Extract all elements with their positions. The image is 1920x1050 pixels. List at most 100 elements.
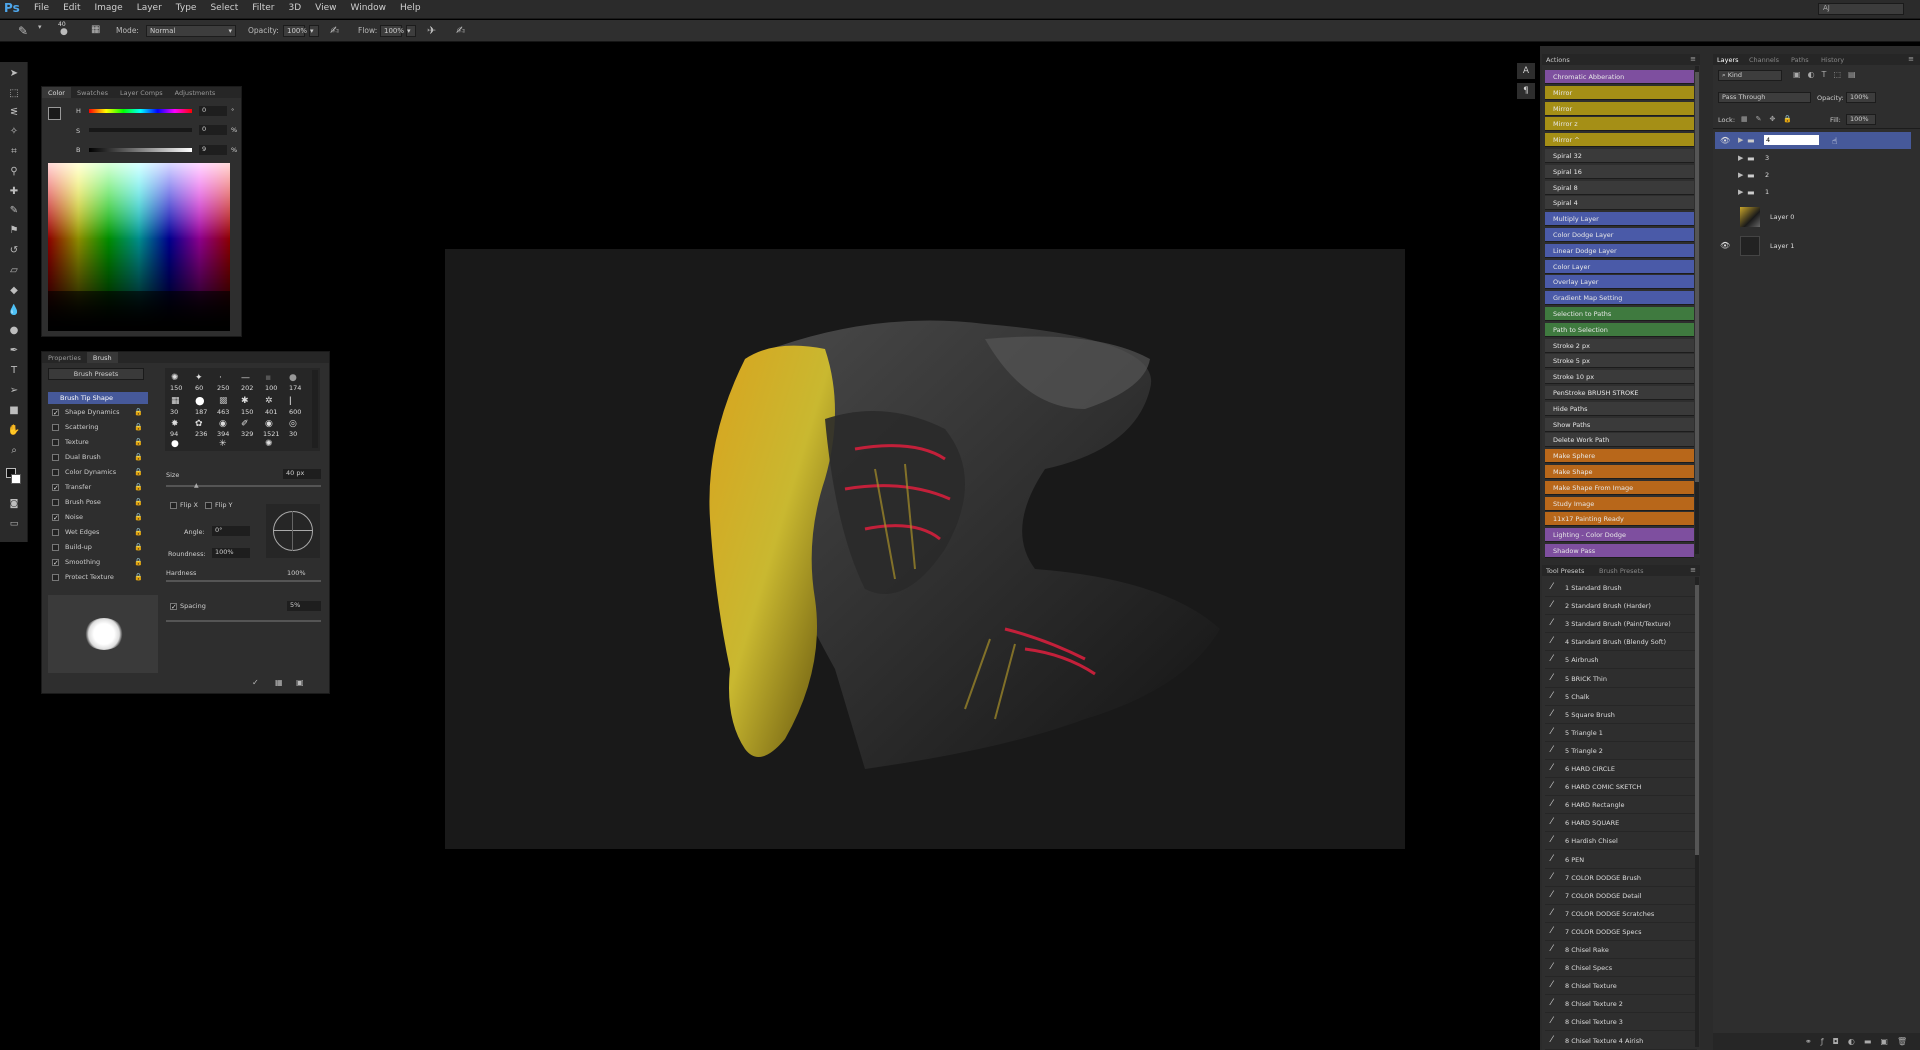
tool-preset-item[interactable]: ⁄ 4 Standard Brush (Blendy Soft)	[1545, 633, 1697, 652]
checkbox-dual-brush[interactable]	[52, 454, 59, 461]
lasso-tool-icon[interactable]: ᓬ	[7, 107, 21, 119]
action-item[interactable]: Selection to Paths	[1545, 307, 1694, 321]
saturation-slider[interactable]	[89, 128, 192, 132]
action-item[interactable]: Overlay Layer	[1545, 275, 1694, 290]
fill-input[interactable]: 100%	[1846, 114, 1876, 125]
tab-tool-presets[interactable]: Tool Presets	[1546, 567, 1584, 575]
checkbox-noise[interactable]: ✓	[52, 514, 59, 522]
action-item[interactable]: Hide Paths	[1545, 401, 1694, 416]
size-input[interactable]: 40 px	[283, 469, 321, 479]
tool-preset-item[interactable]: ⁄ 5 Triangle 2	[1545, 742, 1697, 760]
tool-preset-item[interactable]: ⁄ 8 Chisel Texture 2	[1545, 995, 1697, 1014]
workspace-select[interactable]: AJ	[1818, 3, 1904, 15]
tool-preset-item[interactable]: ⁄ 2 Standard Brush (Harder)	[1545, 597, 1697, 616]
brightness-value[interactable]: 9	[199, 145, 227, 155]
checkbox-build-up[interactable]	[52, 544, 59, 551]
action-item[interactable]: Stroke 5 px	[1545, 354, 1694, 369]
saturation-value[interactable]: 0	[199, 125, 227, 135]
quick-mask-icon[interactable]: ◙	[7, 498, 21, 510]
lock-icon[interactable]: 🔒	[134, 573, 143, 581]
action-item[interactable]: Color Dodge Layer	[1545, 228, 1694, 242]
panel-menu-icon[interactable]: ≡	[1908, 55, 1914, 63]
brush-tip-icon[interactable]: ✲	[265, 396, 273, 406]
tool-preset-item[interactable]: ⁄ 6 HARD COMIC SKETCH	[1545, 778, 1697, 797]
tool-preset-item[interactable]: ⁄ 7 COLOR DODGE Scratches	[1545, 905, 1697, 923]
brush-tip-icon[interactable]: ·	[219, 373, 222, 383]
layer-row-layer-0[interactable]: Layer 0	[1715, 205, 1911, 229]
lock-options[interactable]: ▦✎✥🔒	[1741, 115, 1800, 123]
brush-tool-icon[interactable]: ✎	[18, 24, 28, 38]
path-select-tool-icon[interactable]: ➢	[7, 385, 21, 397]
angle-input[interactable]: 0°	[212, 526, 250, 536]
brush-tip-icon[interactable]: ✸	[171, 419, 179, 429]
size-slider-handle[interactable]: ▲	[194, 482, 199, 489]
brush-tip-icon[interactable]: ✐	[241, 419, 249, 429]
roundness-input[interactable]: 100%	[212, 548, 250, 558]
lock-icon[interactable]: 🔒	[134, 423, 143, 431]
action-item[interactable]: Stroke 2 px	[1545, 338, 1694, 353]
menu-view[interactable]: View	[315, 3, 336, 13]
panel-menu-icon[interactable]: ≡	[1690, 55, 1696, 63]
smart-object-filter-icon[interactable]: ▤	[1848, 70, 1863, 79]
tool-preset-item[interactable]: ⁄ 6 HARD CIRCLE	[1545, 760, 1697, 778]
lock-all-icon[interactable]: 🔒	[1783, 115, 1800, 123]
lock-icon[interactable]: 🔒	[134, 453, 143, 461]
angle-circle[interactable]	[273, 511, 313, 551]
brush-tip-icon[interactable]: ▦	[171, 396, 180, 406]
action-item[interactable]: Mirror	[1545, 101, 1694, 116]
brush-tip-scrollbar[interactable]	[312, 370, 318, 448]
hand-tool-icon[interactable]: ✋	[7, 425, 21, 437]
grid-icon[interactable]: ▦	[275, 678, 283, 687]
delete-layer-icon[interactable]: 🗑	[1897, 1037, 1916, 1046]
action-item[interactable]: Mirror ^	[1545, 133, 1694, 148]
blur-tool-icon[interactable]: 💧	[7, 305, 21, 317]
checkbox-brush-pose[interactable]	[52, 499, 59, 506]
brush-tip-icon[interactable]: ●	[171, 439, 179, 449]
brush-option-label[interactable]: Texture	[65, 438, 89, 446]
tool-preset-item[interactable]: ⁄ 8 Chisel Texture 3	[1545, 1013, 1697, 1032]
tool-preset-item[interactable]: ⁄ 5 Chalk	[1545, 688, 1697, 706]
action-item[interactable]: Mirror z	[1545, 117, 1694, 132]
brush-tip-grid[interactable]: ✺ ✦ · — ▪ ● 150 60 250 202 100 174 ▦ ● ▩…	[165, 368, 320, 451]
crop-tool-icon[interactable]: ⌗	[7, 146, 21, 158]
chevron-right-icon[interactable]: ▶	[1738, 167, 1743, 184]
tool-preset-item[interactable]: ⁄ 5 BRICK Thin	[1545, 670, 1697, 688]
checkbox-color-dynamics[interactable]	[52, 469, 59, 476]
pen-tool-icon[interactable]: ✒	[7, 345, 21, 357]
tool-preset-item[interactable]: ⁄ 8 Chisel Texture 4 Airish	[1545, 1032, 1697, 1050]
move-tool-icon[interactable]: ➤	[7, 68, 21, 80]
brush-option-label[interactable]: Dual Brush	[65, 453, 101, 461]
checkbox-protect-texture[interactable]	[52, 574, 59, 581]
action-item[interactable]: Spiral 4	[1545, 196, 1694, 211]
pressure-size-icon[interactable]: ✍	[456, 24, 465, 37]
tab-paths[interactable]: Paths	[1791, 56, 1809, 64]
healing-tool-icon[interactable]: ✚	[7, 186, 21, 198]
action-item[interactable]: Make Shape From Image	[1545, 480, 1694, 495]
pressure-opacity-icon[interactable]: ✍	[330, 24, 339, 37]
document-canvas[interactable]	[445, 249, 1405, 849]
opacity-input[interactable]: 100%	[283, 25, 307, 37]
tab-swatches[interactable]: Swatches	[71, 87, 114, 98]
hue-value[interactable]: 0	[199, 106, 227, 116]
eraser-tool-icon[interactable]: ▱	[7, 265, 21, 277]
spacing-input[interactable]: 5%	[287, 601, 321, 611]
action-item[interactable]: Shadow Pass	[1545, 544, 1694, 558]
marquee-tool-icon[interactable]: ⬚	[7, 88, 21, 100]
layer-name-edit[interactable]: 4	[1764, 135, 1819, 145]
brush-tip-icon[interactable]: ●	[195, 394, 205, 407]
tab-brush-presets[interactable]: Brush Presets	[1599, 567, 1643, 575]
menu-type[interactable]: Type	[176, 3, 197, 13]
brush-tip-icon[interactable]: ✺	[265, 439, 273, 449]
character-panel-icon[interactable]: A	[1517, 63, 1535, 79]
action-item[interactable]: Path to Selection	[1545, 322, 1694, 337]
blend-mode-select[interactable]: Pass Through	[1718, 92, 1811, 103]
tool-preset-item[interactable]: ⁄ 7 COLOR DODGE Brush	[1545, 869, 1697, 887]
lock-pixels-icon[interactable]: ✎	[1756, 115, 1770, 123]
menu-3d[interactable]: 3D	[289, 3, 302, 13]
tool-preset-item[interactable]: ⁄ 3 Standard Brush (Paint/Texture)	[1545, 615, 1697, 634]
action-item[interactable]: Multiply Layer	[1545, 212, 1694, 227]
tab-properties[interactable]: Properties	[42, 352, 87, 363]
lock-position-icon[interactable]: ✥	[1770, 115, 1784, 123]
action-item[interactable]: Make Sphere	[1545, 449, 1694, 464]
brush-tip-icon[interactable]: ✦	[195, 373, 203, 383]
